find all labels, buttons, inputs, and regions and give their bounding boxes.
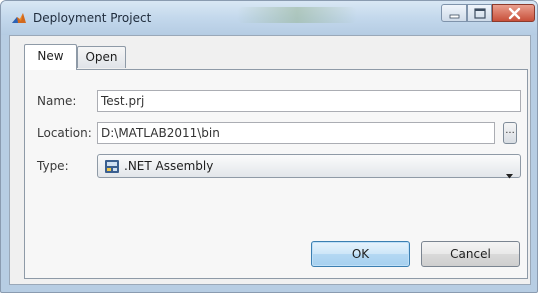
browse-button[interactable]: ... [503,122,517,144]
type-select-value: .NET Assembly [124,159,214,173]
chevron-down-icon [506,164,513,186]
minimize-icon [449,14,460,19]
maximize-icon [474,8,486,19]
dialog-window: Deployment Project New Open Name: Test.p… [0,0,538,293]
type-label: Type: [37,159,69,173]
tab-new-label: New [37,49,64,63]
close-icon [508,7,521,20]
assembly-icon [104,159,120,181]
name-field[interactable]: Test.prj [97,90,521,112]
tab-open[interactable]: Open [77,46,126,68]
maximize-button[interactable] [467,4,492,22]
title-bar[interactable]: Deployment Project [1,1,537,35]
name-label: Name: [37,94,77,108]
tab-new[interactable]: New [24,44,77,70]
ok-button[interactable]: OK [311,241,410,267]
tab-open-label: Open [85,50,118,64]
location-label: Location: [37,126,92,140]
close-button[interactable] [492,4,535,22]
matlab-logo-icon [11,11,27,27]
cancel-button[interactable]: Cancel [421,241,520,267]
title-bar-glare [237,7,357,23]
type-select[interactable]: .NET Assembly [97,154,521,181]
minimize-button[interactable] [441,4,467,22]
window-title: Deployment Project [33,11,152,25]
location-field[interactable]: D:\MATLAB2011\bin [97,122,495,144]
